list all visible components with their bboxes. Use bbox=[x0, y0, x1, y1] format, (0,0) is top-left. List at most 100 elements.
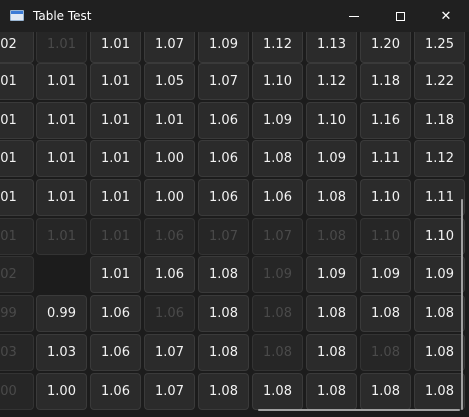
close-button[interactable]: ✕ bbox=[423, 0, 469, 32]
table-cell[interactable]: 1.11 bbox=[360, 140, 411, 177]
table-cell[interactable]: 1.07 bbox=[144, 373, 195, 410]
table-cell[interactable]: 1.16 bbox=[360, 102, 411, 139]
table-cell[interactable]: 1.22 bbox=[414, 63, 465, 100]
table-cell[interactable]: 1.01 bbox=[36, 32, 87, 63]
table-cell[interactable]: 1.01 bbox=[36, 63, 87, 100]
table-cell[interactable]: 1.08 bbox=[198, 373, 249, 410]
table-cell[interactable]: 1.08 bbox=[198, 334, 249, 371]
table-cell[interactable]: 1.10 bbox=[360, 218, 411, 255]
table-cell[interactable]: 1.08 bbox=[414, 334, 465, 371]
table-cell[interactable]: 1.09 bbox=[360, 256, 411, 293]
table-cell[interactable]: 1.09 bbox=[252, 102, 303, 139]
table-cell[interactable]: 1.01 bbox=[90, 218, 141, 255]
table-cell[interactable]: 1.12 bbox=[252, 32, 303, 63]
table-cell[interactable]: 1.08 bbox=[252, 140, 303, 177]
table-cell[interactable]: 1.09 bbox=[306, 256, 357, 293]
table-cell[interactable]: 1.08 bbox=[198, 256, 249, 293]
table-cell[interactable] bbox=[36, 256, 87, 293]
table-cell[interactable]: 1.09 bbox=[414, 256, 465, 293]
table-cell[interactable]: 1.12 bbox=[306, 63, 357, 100]
table-cell[interactable]: 1.06 bbox=[90, 334, 141, 371]
table-cell[interactable]: 1.18 bbox=[360, 63, 411, 100]
table-cell[interactable]: 1.07 bbox=[198, 218, 249, 255]
table-grid: 02 1.01 1.01 1.07 1.09 1.12 1.13 1.20 1.25 01 1.01… bbox=[0, 32, 469, 417]
app-icon bbox=[10, 10, 24, 21]
table-cell[interactable]: 1.10 bbox=[414, 218, 465, 255]
maximize-button[interactable] bbox=[377, 0, 423, 32]
table-cell[interactable]: 01 bbox=[0, 218, 34, 255]
table-cell[interactable]: 0.99 bbox=[36, 295, 87, 332]
table-cell[interactable]: 1.25 bbox=[414, 32, 465, 63]
table-cell[interactable]: 1.12 bbox=[414, 140, 465, 177]
table-cell[interactable]: 1.07 bbox=[198, 63, 249, 100]
table-cell[interactable]: 1.01 bbox=[90, 256, 141, 293]
table-cell[interactable]: 1.11 bbox=[414, 179, 465, 216]
table-cell[interactable]: 1.10 bbox=[252, 63, 303, 100]
minimize-icon bbox=[349, 15, 359, 17]
table-cell[interactable]: 01 bbox=[0, 179, 34, 216]
table-cell[interactable]: 1.07 bbox=[252, 218, 303, 255]
table-cell[interactable]: 1.08 bbox=[360, 334, 411, 371]
table-cell[interactable]: 1.01 bbox=[36, 140, 87, 177]
table-cell[interactable]: 1.01 bbox=[36, 218, 87, 255]
table-cell[interactable]: 1.20 bbox=[360, 32, 411, 63]
table-cell[interactable]: 02 bbox=[0, 32, 34, 63]
table-cell[interactable]: 1.06 bbox=[198, 102, 249, 139]
table-cell[interactable]: 03 bbox=[0, 334, 34, 371]
table-cell[interactable]: 1.06 bbox=[144, 295, 195, 332]
table-cell[interactable]: 1.06 bbox=[144, 256, 195, 293]
table-cell[interactable]: 1.01 bbox=[36, 102, 87, 139]
table-cell[interactable]: 1.06 bbox=[90, 295, 141, 332]
table-cell[interactable]: 1.06 bbox=[198, 179, 249, 216]
table-cell[interactable]: 00 bbox=[0, 373, 34, 410]
table-cell[interactable]: 1.08 bbox=[252, 295, 303, 332]
table-cell[interactable]: 1.07 bbox=[144, 32, 195, 63]
table-cell[interactable]: 1.08 bbox=[306, 373, 357, 410]
table-cell[interactable]: 1.08 bbox=[306, 179, 357, 216]
table-cell[interactable]: 1.09 bbox=[306, 140, 357, 177]
table-cell[interactable]: 1.18 bbox=[414, 102, 465, 139]
table-cell[interactable]: 1.07 bbox=[144, 334, 195, 371]
table-cell[interactable]: 1.05 bbox=[144, 63, 195, 100]
title-bar: Table Test ✕ bbox=[0, 0, 469, 32]
table-cell[interactable]: 99 bbox=[0, 295, 34, 332]
table-cell[interactable]: 1.01 bbox=[90, 102, 141, 139]
table-cell[interactable]: 02 bbox=[0, 256, 34, 293]
table-cell[interactable]: 1.08 bbox=[360, 295, 411, 332]
table-cell[interactable]: 1.08 bbox=[414, 295, 465, 332]
table-cell[interactable]: 1.08 bbox=[306, 218, 357, 255]
table-cell[interactable]: 1.01 bbox=[90, 179, 141, 216]
table-cell[interactable]: 1.09 bbox=[198, 32, 249, 63]
table-cell[interactable]: 1.13 bbox=[306, 32, 357, 63]
table-cell[interactable]: 1.06 bbox=[144, 218, 195, 255]
table-cell[interactable]: 1.01 bbox=[90, 63, 141, 100]
table-cell[interactable]: 1.10 bbox=[306, 102, 357, 139]
table-cell[interactable]: 1.06 bbox=[252, 179, 303, 216]
close-icon: ✕ bbox=[440, 8, 452, 24]
table-cell[interactable]: 1.01 bbox=[36, 179, 87, 216]
table-cell[interactable]: 01 bbox=[0, 63, 34, 100]
table-cell[interactable]: 1.01 bbox=[90, 140, 141, 177]
table-cell[interactable]: 1.00 bbox=[144, 179, 195, 216]
vertical-scrollbar[interactable] bbox=[461, 199, 463, 410]
table-cell[interactable]: 01 bbox=[0, 140, 34, 177]
table-cell[interactable]: 1.08 bbox=[306, 295, 357, 332]
table-cell[interactable]: 1.03 bbox=[36, 334, 87, 371]
horizontal-scrollbar[interactable] bbox=[258, 409, 460, 411]
table-cell[interactable]: 1.00 bbox=[36, 373, 87, 410]
table-cell[interactable]: 1.00 bbox=[144, 140, 195, 177]
table-cell[interactable]: 1.08 bbox=[414, 373, 465, 410]
table-cell[interactable]: 1.09 bbox=[252, 256, 303, 293]
table-cell[interactable]: 1.01 bbox=[90, 32, 141, 63]
table-cell[interactable]: 1.06 bbox=[198, 140, 249, 177]
table-cell[interactable]: 1.08 bbox=[360, 373, 411, 410]
table-cell[interactable]: 1.06 bbox=[90, 373, 141, 410]
table-cell[interactable]: 1.08 bbox=[198, 295, 249, 332]
table-cell[interactable]: 1.10 bbox=[360, 179, 411, 216]
table-cell[interactable]: 01 bbox=[0, 102, 34, 139]
table-cell[interactable]: 1.08 bbox=[252, 373, 303, 410]
table-cell[interactable]: 1.08 bbox=[306, 334, 357, 371]
minimize-button[interactable] bbox=[331, 0, 377, 32]
table-cell[interactable]: 1.01 bbox=[144, 102, 195, 139]
table-cell[interactable]: 1.08 bbox=[252, 334, 303, 371]
